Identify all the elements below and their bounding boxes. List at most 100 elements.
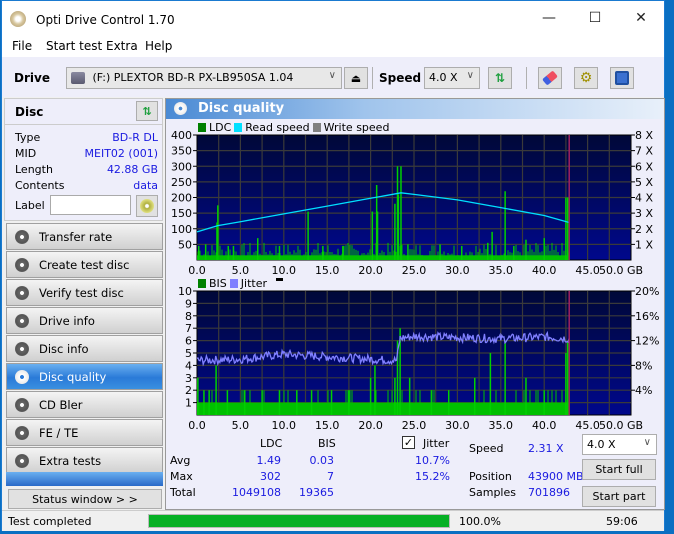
disc-quality-panel: Disc quality LDC Read speed Write speed … <box>165 98 665 510</box>
nav-label: Disc info <box>39 341 89 356</box>
progress-text: 100.0% <box>459 515 501 528</box>
ldc-chart: 50 100 150 200 250 300 350 400 1 X 2 X 3 X 4 X 5 X 6 … <box>171 129 653 277</box>
save-button[interactable] <box>610 67 634 89</box>
stats-avg-bis: 0.03 <box>309 454 335 467</box>
nav-transfer-rate[interactable]: Transfer rate <box>6 223 163 250</box>
maximize-button[interactable]: ☐ <box>572 1 618 35</box>
nav-disc-info[interactable]: Disc info <box>6 335 163 362</box>
nav-disc-quality[interactable]: Disc quality <box>6 363 163 390</box>
stats-total-bis: 19365 <box>299 486 334 499</box>
y-tick-label: 3 <box>185 372 192 385</box>
x-tick-label: 40.0 <box>532 419 557 431</box>
y2-tick-label: 7 X <box>635 145 653 158</box>
stats-col-ldc: LDC <box>260 437 283 450</box>
x-tick-label: 20.0 <box>358 419 383 431</box>
disc-icon <box>140 199 154 213</box>
refresh-icon: ⇅ <box>494 71 506 85</box>
disc-icon <box>15 426 29 440</box>
eject-button[interactable]: ⏏ <box>344 67 368 89</box>
y2-tick-label: 1 X <box>635 238 653 251</box>
x-tick-label: 10.0 <box>272 264 297 277</box>
nav-fe-te[interactable]: FE / TE <box>6 419 163 446</box>
menu-help[interactable]: Help <box>145 39 172 53</box>
toolbar: Drive (F:) PLEXTOR BD-R PX-LB950SA 1.04 … <box>2 57 664 97</box>
nav-label: Drive info <box>39 313 95 328</box>
toolbar-separator <box>372 67 373 89</box>
speed-select[interactable]: 4.0 X ∨ <box>424 67 480 89</box>
y-tick-label: 10 <box>178 285 192 298</box>
settings-button[interactable]: ⚙ <box>574 67 598 89</box>
menu-bar: File Start test Extra Help <box>2 35 664 57</box>
y2-tick-label: 2 X <box>635 223 653 236</box>
disc-mid-value: MEIT02 (001) <box>84 147 158 160</box>
x-tick-label: 35.0 <box>489 264 514 277</box>
start-part-button[interactable]: Start part <box>582 486 656 507</box>
nav-label: Transfer rate <box>39 229 113 244</box>
y2-tick-label: 16% <box>635 310 659 323</box>
save-icon <box>615 71 629 85</box>
disc-label-input[interactable] <box>50 195 131 215</box>
y-tick-label: 250 <box>171 176 192 189</box>
status-bar: Test completed 100.0% 59:06 <box>2 510 664 531</box>
status-window-button[interactable]: Status window > > <box>8 489 162 509</box>
x-tick-label: 30.0 <box>445 419 470 431</box>
y-tick-label: 4 <box>185 359 192 372</box>
start-full-button[interactable]: Start full <box>582 459 656 480</box>
chevron-down-icon: ∨ <box>328 70 336 81</box>
y-tick-label: 100 <box>171 223 192 236</box>
divider <box>5 124 162 125</box>
speed-label: Speed <box>379 71 422 85</box>
y-tick-label: 200 <box>171 192 192 205</box>
nav-label: Create test disc <box>39 257 130 272</box>
y2-tick-label: 3 X <box>635 207 653 220</box>
disc-label-button[interactable] <box>136 195 158 217</box>
app-icon <box>10 11 26 27</box>
x-tick-label: 10.0 <box>272 419 297 431</box>
position-label: Position <box>469 470 512 483</box>
x-tick-label: 5.0 <box>232 419 250 431</box>
chevron-down-icon: ∨ <box>466 70 474 81</box>
menu-file[interactable]: File <box>12 39 32 53</box>
disc-icon <box>15 398 29 412</box>
nav-label: FE / TE <box>39 425 79 440</box>
test-speed-value: 4.0 X <box>587 438 616 451</box>
disc-icon <box>15 342 29 356</box>
disc-icon <box>15 370 29 384</box>
x-tick-label: 50.0 GB <box>599 264 643 277</box>
panel-header: Disc quality <box>166 99 664 119</box>
jitter-checkbox[interactable]: ✓ <box>402 436 415 449</box>
y-tick-label: 1 <box>185 397 192 410</box>
menu-start-test[interactable]: Start test <box>46 39 102 53</box>
progress-bar <box>148 514 450 528</box>
position-value: 43900 MB <box>528 470 584 483</box>
nav-cd-bler[interactable]: CD Bler <box>6 391 163 418</box>
speed-value: 4.0 X <box>429 71 458 84</box>
disc-refresh-button[interactable]: ⇅ <box>136 101 158 121</box>
test-speed-select[interactable]: 4.0 X ∨ <box>582 434 657 455</box>
refresh-button[interactable]: ⇅ <box>488 67 512 89</box>
y-tick-label: 150 <box>171 207 192 220</box>
y-tick-label: 9 <box>185 297 192 310</box>
nav-verify-test-disc[interactable]: Verify test disc <box>6 279 163 306</box>
drive-select[interactable]: (F:) PLEXTOR BD-R PX-LB950SA 1.04 ∨ <box>66 67 342 89</box>
samples-label: Samples <box>469 486 516 499</box>
minimize-button[interactable]: — <box>526 1 572 35</box>
stats-total-label: Total <box>170 486 196 499</box>
eraser-icon <box>542 70 558 86</box>
nav-extra-tests[interactable]: Extra tests <box>6 447 163 474</box>
y-tick-label: 400 <box>171 129 192 142</box>
x-tick-label: 20.0 <box>358 264 383 277</box>
disc-label-key: Label <box>15 199 45 212</box>
y2-tick-label: 5 X <box>635 176 653 189</box>
erase-button[interactable] <box>538 67 562 89</box>
stats-avg-label: Avg <box>170 454 191 467</box>
stats-avg-jitter: 10.7% <box>415 454 450 467</box>
disc-header: Disc <box>15 105 44 119</box>
y-tick-label: 5 <box>185 347 192 360</box>
y-tick-label: 7 <box>185 322 192 335</box>
close-button[interactable]: ✕ <box>618 1 664 35</box>
nav-create-test-disc[interactable]: Create test disc <box>6 251 163 278</box>
y2-tick-label: 4% <box>635 384 652 397</box>
menu-extra[interactable]: Extra <box>106 39 138 53</box>
nav-drive-info[interactable]: Drive info <box>6 307 163 334</box>
